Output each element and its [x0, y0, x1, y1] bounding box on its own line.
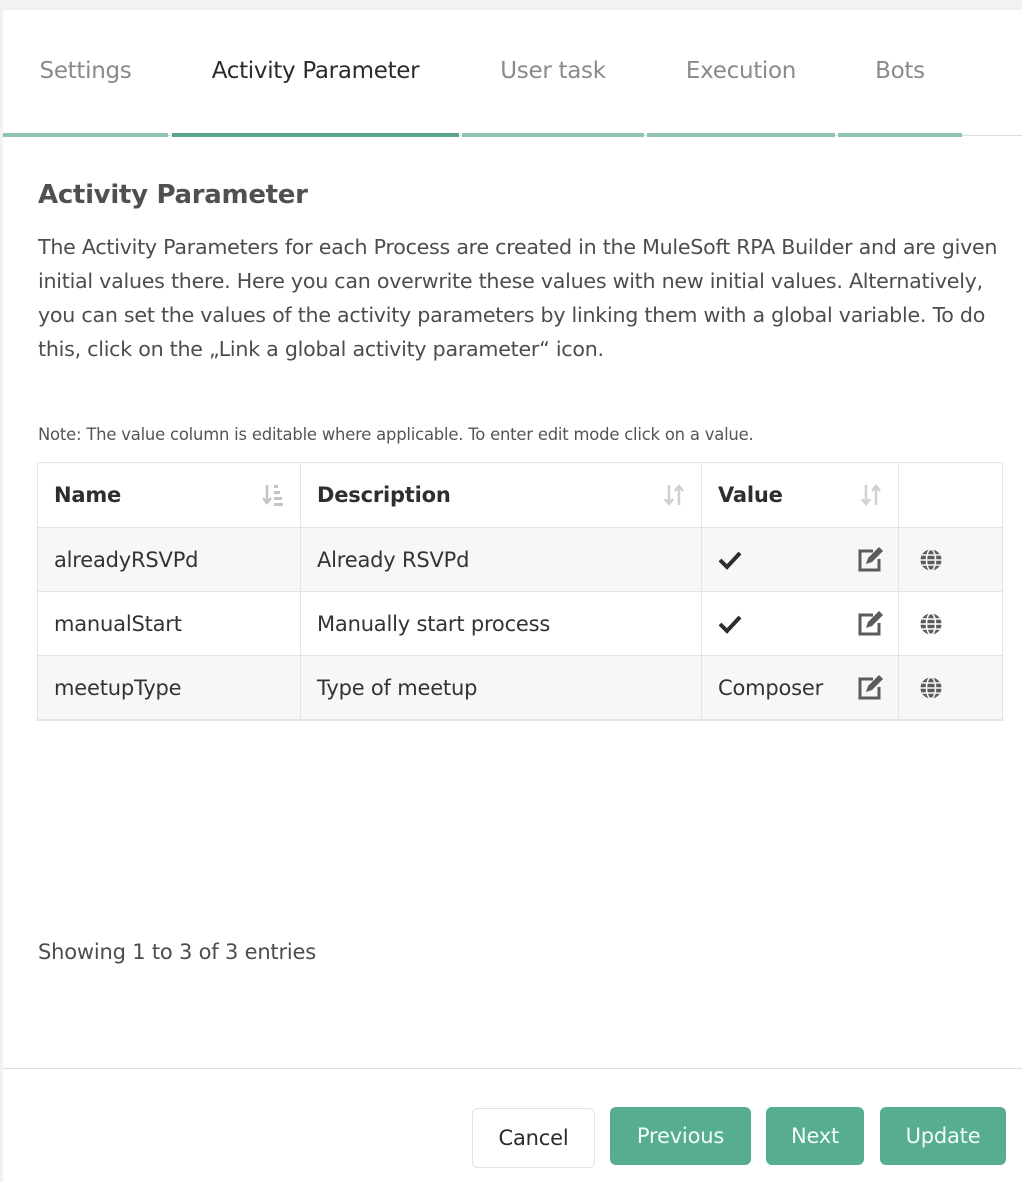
link-global-cell: [899, 592, 1002, 655]
column-header-link: [899, 463, 1002, 527]
param-name: manualStart: [38, 592, 301, 655]
sort-both-icon[interactable]: [858, 482, 884, 508]
param-value-text[interactable]: Composer: [718, 676, 823, 700]
column-header-description-label: Description: [317, 483, 451, 507]
tab-user-task-label: User task: [500, 58, 606, 84]
process-edit-dialog: Settings Activity Parameter User task Ex…: [3, 10, 1022, 1182]
tab-underline: [3, 133, 168, 137]
tab-execution-label: Execution: [685, 58, 797, 84]
check-icon: [718, 615, 742, 634]
edit-note: Note: The value column is editable where…: [38, 425, 754, 444]
param-name: meetupType: [38, 656, 301, 719]
tab-settings-label: Settings: [39, 58, 132, 84]
edit-icon[interactable]: [856, 610, 884, 638]
param-description: Type of meetup: [301, 656, 702, 719]
previous-button[interactable]: Previous: [610, 1107, 751, 1165]
table-header-row: Name Description Value: [38, 463, 1002, 528]
param-value[interactable]: [702, 528, 899, 591]
section-description: The Activity Parameters for each Process…: [38, 235, 998, 361]
tab-activity-parameter-label: Activity Parameter: [211, 58, 420, 84]
tab-user-task[interactable]: User task: [462, 10, 644, 137]
tab-execution[interactable]: Execution: [647, 10, 835, 137]
link-global-cell: [899, 528, 1002, 591]
column-header-name[interactable]: Name: [38, 463, 301, 527]
sort-ascending-icon[interactable]: [260, 482, 286, 508]
tab-settings[interactable]: Settings: [3, 10, 168, 137]
tab-bar: Settings Activity Parameter User task Ex…: [3, 10, 1022, 137]
globe-icon[interactable]: [919, 676, 943, 700]
footer-divider: [3, 1068, 1022, 1069]
globe-icon[interactable]: [919, 612, 943, 636]
param-name: alreadyRSVPd: [38, 528, 301, 591]
tab-underline: [647, 133, 835, 137]
check-icon: [718, 551, 742, 570]
table-info: Showing 1 to 3 of 3 entries: [38, 940, 316, 964]
column-header-name-label: Name: [54, 483, 122, 507]
tab-underline: [462, 133, 644, 137]
param-value[interactable]: [702, 592, 899, 655]
tab-underline-active: [172, 133, 459, 137]
column-header-description[interactable]: Description: [301, 463, 702, 527]
section-title: Activity Parameter: [38, 180, 308, 210]
tab-activity-parameter[interactable]: Activity Parameter: [172, 10, 459, 137]
update-button[interactable]: Update: [880, 1107, 1006, 1165]
table-row: alreadyRSVPd Already RSVPd: [38, 528, 1002, 592]
sort-both-icon[interactable]: [661, 482, 687, 508]
column-header-value[interactable]: Value: [702, 463, 899, 527]
table-row: meetupType Type of meetup Composer: [38, 656, 1002, 720]
link-global-cell: [899, 656, 1002, 719]
cancel-button[interactable]: Cancel: [472, 1108, 595, 1168]
column-header-value-label: Value: [718, 483, 783, 507]
next-button[interactable]: Next: [766, 1107, 864, 1165]
globe-icon[interactable]: [919, 548, 943, 572]
edit-icon[interactable]: [856, 674, 884, 702]
edit-icon[interactable]: [856, 546, 884, 574]
table-row: manualStart Manually start process: [38, 592, 1002, 656]
activity-parameter-table: Name Description Value alreadyRSVPd Alre…: [37, 462, 1003, 721]
tab-bots-label: Bots: [875, 58, 925, 84]
tab-underline: [838, 133, 962, 137]
param-description: Manually start process: [301, 592, 702, 655]
param-description: Already RSVPd: [301, 528, 702, 591]
tab-bots[interactable]: Bots: [838, 10, 962, 137]
param-value[interactable]: Composer: [702, 656, 899, 719]
